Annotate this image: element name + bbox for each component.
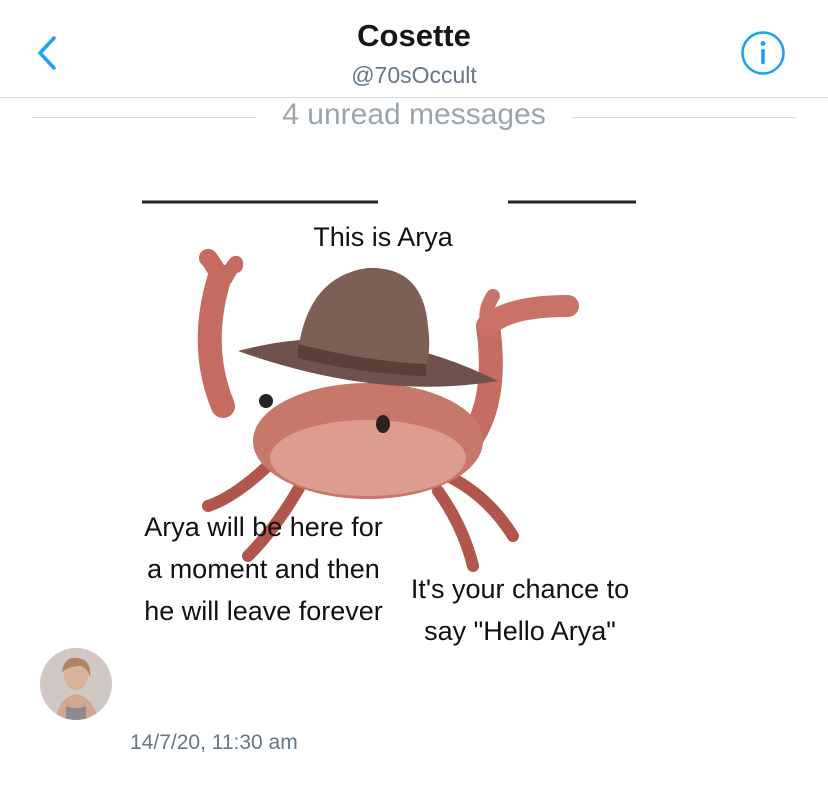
unread-divider: 4 unread messages — [0, 96, 828, 136]
meme-caption-right: It's your chance to say "Hello Arya" — [410, 574, 630, 646]
meme-caption-left: Arya will be here for a moment and then … — [144, 512, 383, 626]
info-icon — [741, 31, 785, 75]
avatar-image — [40, 648, 112, 720]
conversation-title[interactable]: Cosette — [0, 18, 828, 54]
sender-avatar[interactable] — [40, 648, 112, 720]
divider-line-right — [572, 117, 796, 118]
conversation-header: Cosette @70sOccult — [0, 0, 828, 98]
message-image[interactable]: This is Arya Arya will be here for a mom… — [128, 196, 638, 720]
unread-count-label: 4 unread messages — [282, 98, 546, 131]
message-timestamp: 14/7/20, 11:30 am — [130, 731, 298, 754]
info-button[interactable] — [740, 30, 786, 76]
meme-caption-title: This is Arya — [313, 222, 453, 252]
conversation-handle[interactable]: @70sOccult — [0, 62, 828, 89]
divider-line-left — [32, 117, 256, 118]
